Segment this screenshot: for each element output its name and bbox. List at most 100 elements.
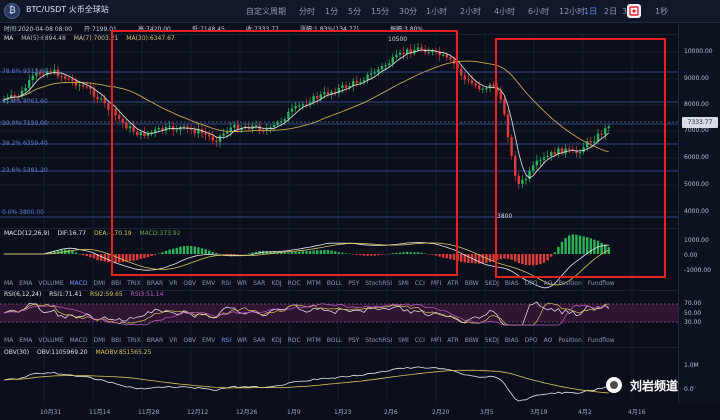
- tab-fundflow[interactable]: Fundflow: [588, 280, 615, 287]
- tab-macd[interactable]: MACD: [69, 280, 87, 287]
- tab-kdj[interactable]: KDJ: [271, 337, 281, 344]
- tab-vr[interactable]: VR: [169, 337, 177, 344]
- tab-smi[interactable]: SMI: [398, 337, 409, 344]
- tab-emv[interactable]: EMV: [202, 337, 215, 344]
- date-tick: 11月14: [89, 409, 111, 416]
- fib-618-label: 61.8% 8061.60: [2, 98, 48, 105]
- tab-bias[interactable]: BIAS: [505, 337, 519, 344]
- rsi-tick: 30.00: [684, 319, 702, 326]
- tab-trix[interactable]: TRIX: [127, 337, 141, 344]
- tab-bias[interactable]: BIAS: [505, 280, 519, 287]
- tab-ao[interactable]: AO: [544, 337, 553, 344]
- tab-obv[interactable]: OBV: [183, 280, 196, 287]
- tab-psy[interactable]: PSY: [348, 280, 359, 287]
- tab-sar[interactable]: SAR: [253, 280, 265, 287]
- tab-wr[interactable]: WR: [237, 280, 247, 287]
- fib-0-label: 0.0% 3800.00: [2, 209, 44, 216]
- date-tick: 1月23: [334, 409, 352, 416]
- tab-macd[interactable]: MACD: [69, 337, 87, 344]
- tab-trix[interactable]: TRIX: [127, 280, 141, 287]
- tab-smi[interactable]: SMI: [398, 280, 409, 287]
- date-tick: 12月12: [187, 409, 209, 416]
- tab-cci[interactable]: CCI: [415, 280, 425, 287]
- price-tick: 7000.00: [684, 127, 709, 134]
- date-tick: 2月20: [432, 409, 450, 416]
- tab-ma[interactable]: MA: [4, 337, 13, 344]
- tab-atr[interactable]: ATR: [447, 337, 458, 344]
- maobv-value: MAOBV:851565.25: [95, 349, 152, 356]
- price-tick: 9000.00: [684, 75, 709, 82]
- tab-mfi[interactable]: MFI: [431, 280, 441, 287]
- tab-stochrsi[interactable]: StochRSI: [365, 337, 392, 344]
- tab-brar[interactable]: BRAR: [147, 280, 163, 287]
- tab-stochrsi[interactable]: StochRSI: [365, 280, 392, 287]
- indicator-tabs-2: MA EMA VOLUME MACD DMI BBI TRIX BRAR VR OBV EMV RSI…: [4, 337, 621, 344]
- tab-rsi[interactable]: RSI: [221, 280, 231, 287]
- price-tick: 10000.00: [684, 48, 713, 55]
- tab-psy[interactable]: PSY: [348, 337, 359, 344]
- tab-atr[interactable]: ATR: [447, 280, 458, 287]
- tab-fundflow[interactable]: Fundflow: [588, 337, 615, 344]
- rsi1-value: RSI1:71.41: [49, 291, 83, 298]
- tab-dmi[interactable]: DMI: [93, 280, 105, 287]
- tab-dmi[interactable]: DMI: [93, 337, 105, 344]
- rsi2-value: RSI2:59.65: [89, 291, 123, 298]
- maobv-line: [3, 369, 609, 394]
- tab-dpo[interactable]: DPO: [525, 280, 538, 287]
- tab-volume[interactable]: VOLUME: [38, 337, 63, 344]
- date-tick: 4月2: [578, 409, 592, 416]
- macd-dif-value: DIF:16.77: [57, 230, 87, 237]
- tab-dpo[interactable]: DPO: [525, 337, 538, 344]
- tab-boll[interactable]: BOLL: [327, 337, 342, 344]
- tab-ema[interactable]: EMA: [19, 337, 32, 344]
- tab-roc[interactable]: ROC: [288, 280, 301, 287]
- tab-mfi[interactable]: MFI: [431, 337, 441, 344]
- tab-obv[interactable]: OBV: [183, 337, 196, 344]
- tab-position[interactable]: Position: [558, 280, 581, 287]
- obv-legend: OBV(30) OBV:1105969.20 MAOBV:851565.25: [4, 349, 151, 356]
- fib-382-label: 38.2% 6359.40: [2, 140, 48, 147]
- tab-bbi[interactable]: BBI: [111, 337, 121, 344]
- tab-position[interactable]: Position: [558, 337, 581, 344]
- tab-skdj[interactable]: SKDJ: [485, 337, 499, 344]
- indicator-tabs-1: MA EMA VOLUME MACD DMI BBI TRIX BRAR VR OBV EMV RSI…: [4, 280, 621, 287]
- date-tick: 1月9: [287, 409, 301, 416]
- tab-vr[interactable]: VR: [169, 280, 177, 287]
- rsi-legend: RSI(6,12,24) RSI1:71.41 RSI2:59.65 RSI3:…: [4, 291, 163, 298]
- tab-ao[interactable]: AO: [544, 280, 553, 287]
- obv-label[interactable]: OBV(30): [4, 349, 29, 356]
- date-tick: 10月31: [40, 409, 62, 416]
- tab-emv[interactable]: EMV: [202, 280, 215, 287]
- obv-tick: 1.0M: [684, 362, 699, 369]
- watermark: 刘岩频道: [606, 375, 706, 397]
- tab-sar[interactable]: SAR: [253, 337, 265, 344]
- highlight-box-left: [111, 30, 458, 276]
- tab-brar[interactable]: BRAR: [147, 337, 163, 344]
- tab-ma[interactable]: MA: [4, 280, 13, 287]
- date-tick: 3月19: [530, 409, 548, 416]
- tab-boll[interactable]: BOLL: [327, 280, 342, 287]
- price-tick: 8000.00: [684, 101, 709, 108]
- tab-volume[interactable]: VOLUME: [38, 280, 63, 287]
- tab-kdj[interactable]: KDJ: [271, 280, 281, 287]
- tab-cci[interactable]: CCI: [415, 337, 425, 344]
- tab-bbi[interactable]: BBI: [111, 280, 121, 287]
- tab-rsi[interactable]: RSI: [221, 337, 231, 344]
- macd-label[interactable]: MACD(12,26,9): [4, 230, 50, 237]
- date-tick: 4月16: [628, 409, 646, 416]
- tab-mtm[interactable]: MTM: [307, 280, 321, 287]
- rsi3-value: RSI3:51.14: [130, 291, 164, 298]
- rsi-label[interactable]: RSI(6,12,24): [4, 291, 41, 298]
- tab-bbw[interactable]: BBW: [465, 280, 479, 287]
- date-tick: 11月28: [138, 409, 160, 416]
- fib-500-label: 50.0% 7150.00: [2, 120, 48, 127]
- tab-roc[interactable]: ROC: [288, 337, 301, 344]
- tab-wr[interactable]: WR: [237, 337, 247, 344]
- tab-bbw[interactable]: BBW: [465, 337, 479, 344]
- obv-line: [3, 366, 609, 402]
- tab-skdj[interactable]: SKDJ: [485, 280, 499, 287]
- tab-mtm[interactable]: MTM: [307, 337, 321, 344]
- tab-ema[interactable]: EMA: [19, 280, 32, 287]
- price-tick: 4000.00: [684, 208, 709, 215]
- date-tick: 3月5: [480, 409, 494, 416]
